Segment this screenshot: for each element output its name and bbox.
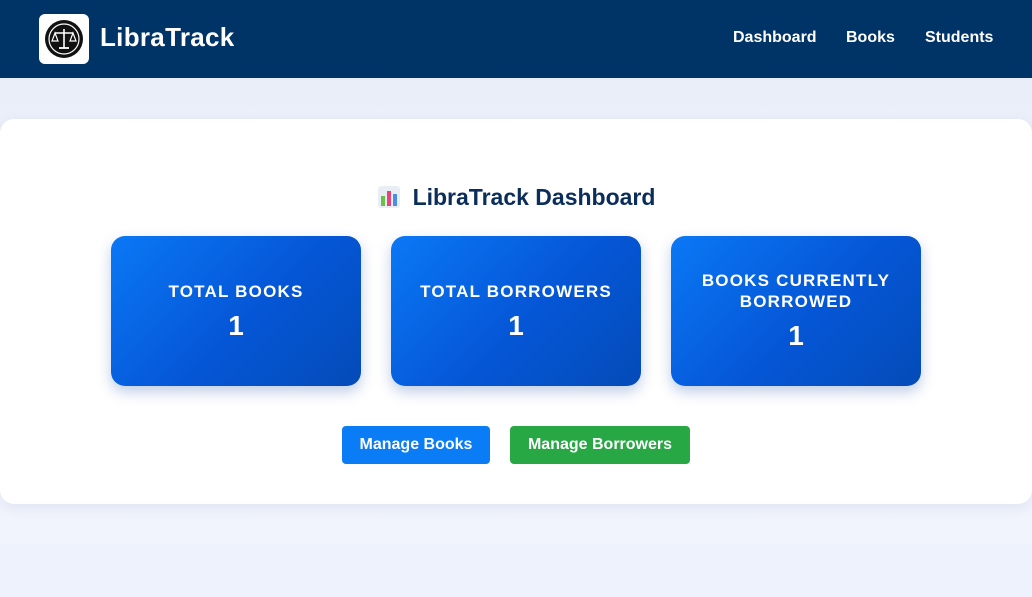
stat-value: 1	[228, 309, 244, 341]
dashboard-title: LibraTrack Dashboard	[412, 183, 656, 210]
footer-band	[0, 544, 1032, 597]
brand-name[interactable]: LibraTrack	[100, 22, 235, 53]
manage-books-button[interactable]: Manage Books	[342, 426, 490, 464]
scales-icon	[45, 20, 83, 58]
nav-link-books[interactable]: Books	[846, 29, 895, 47]
stat-label: BOOKS CURRENTLY BORROWED	[701, 271, 891, 311]
stat-card-books-borrowed: BOOKS CURRENTLY BORROWED 1	[671, 236, 921, 386]
top-navbar: LibraTrack Dashboard Books Students	[0, 0, 1032, 78]
stat-card-total-borrowers: TOTAL BORROWERS 1	[391, 236, 641, 386]
stat-value: 1	[788, 320, 804, 351]
nav-link-students[interactable]: Students	[925, 29, 993, 47]
stat-value: 1	[508, 309, 524, 341]
nav-link-dashboard[interactable]: Dashboard	[733, 29, 817, 47]
dashboard-title-row: LibraTrack Dashboard	[0, 182, 1032, 212]
manage-borrowers-button[interactable]: Manage Borrowers	[510, 426, 690, 464]
stat-label: TOTAL BOOKS	[168, 281, 304, 301]
stat-card-total-books: TOTAL BOOKS 1	[111, 236, 361, 386]
brand-logo[interactable]	[39, 14, 89, 64]
stat-label: TOTAL BORROWERS	[420, 281, 612, 301]
bar-chart-icon	[377, 186, 400, 208]
